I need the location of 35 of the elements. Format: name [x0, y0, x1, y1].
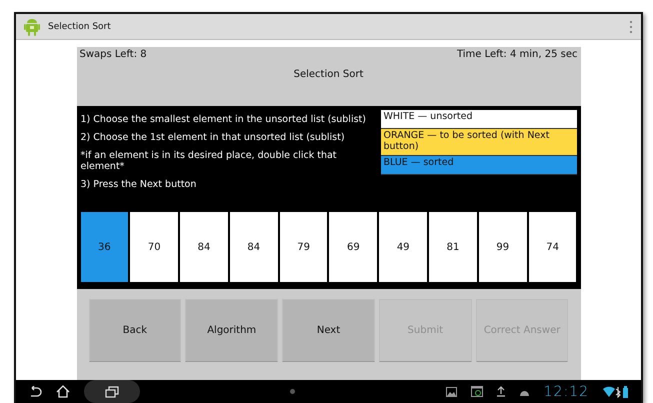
- number-cell[interactable]: 84: [230, 212, 278, 282]
- upload-icon: [496, 386, 505, 397]
- clock: 12:12: [544, 384, 589, 400]
- number-cell[interactable]: 84: [180, 212, 228, 282]
- instruction-text: 3) Press the Next button: [80, 180, 198, 191]
- number-cell[interactable]: 81: [429, 212, 477, 282]
- action-button[interactable]: Algorithm: [185, 299, 278, 362]
- number-cell[interactable]: 36: [80, 212, 128, 282]
- panel-title: Selection Sort: [294, 69, 364, 80]
- legend-item: BLUE — sorted: [380, 156, 576, 175]
- back-icon[interactable]: [28, 386, 42, 398]
- number-cell[interactable]: 69: [329, 212, 378, 282]
- number-cell[interactable]: 49: [379, 212, 428, 282]
- number-cell[interactable]: 74: [528, 212, 576, 282]
- legend-item: ORANGE — to be sorted (with Next button): [380, 129, 576, 156]
- gallery-icon: [446, 386, 457, 396]
- recent-apps-icon[interactable]: [105, 386, 119, 398]
- number-cell[interactable]: 70: [130, 212, 178, 282]
- overflow-menu-icon[interactable]: [629, 20, 633, 32]
- action-button[interactable]: Next: [282, 299, 375, 362]
- home-icon[interactable]: [56, 385, 70, 398]
- number-cell[interactable]: 99: [478, 212, 527, 282]
- recent-apps-button[interactable]: [84, 380, 140, 403]
- action-button[interactable]: Back: [88, 299, 182, 362]
- instruction-text: 2) Choose the 1st element in that unsorted list (sublist): [80, 132, 346, 144]
- app-title: Selection Sort: [48, 22, 112, 32]
- status-icons-drawing: [603, 386, 629, 398]
- instruction-text: *if an element is in its desired place, double click that element*: [80, 150, 338, 173]
- dot-icon: [290, 389, 296, 394]
- legend-item: WHITE — unsorted: [380, 110, 576, 129]
- screenshot-icon: [470, 386, 483, 397]
- number-cell[interactable]: 79: [280, 212, 328, 282]
- swaps-left: Swaps Left: 8: [80, 49, 147, 60]
- instruction-text: 1) Choose the smallest element in the unsorted list (sublist): [80, 115, 367, 126]
- time-left: Time Left: 4 min, 25 sec: [456, 49, 578, 60]
